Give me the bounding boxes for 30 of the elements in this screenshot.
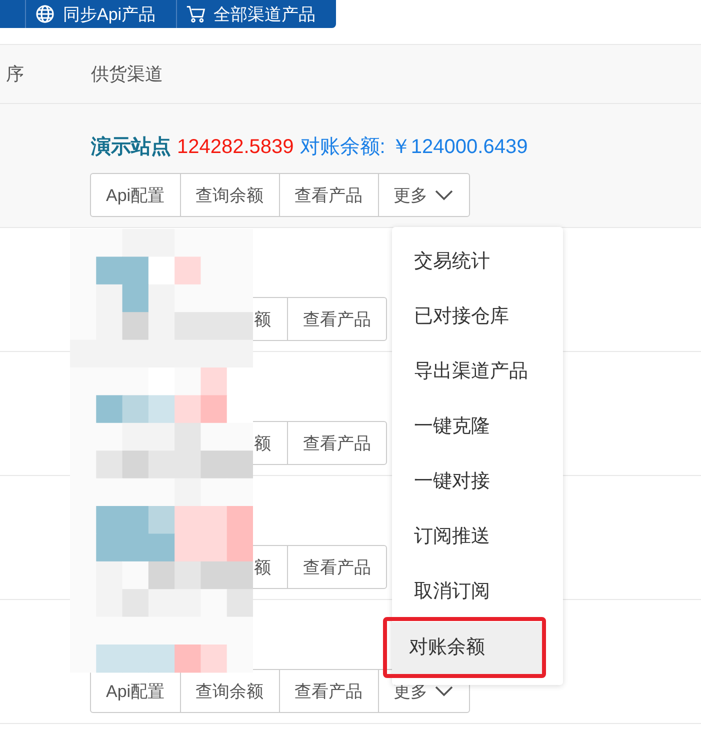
menu-item[interactable]: 对账余额 [392, 622, 542, 674]
action-button[interactable]: 查看产品 [278, 669, 379, 713]
toolbar-button[interactable]: 同步Api产品 [25, 0, 176, 28]
action-button[interactable]: 额 [253, 297, 288, 341]
menu-item[interactable]: 一键对接 [392, 457, 563, 507]
menu-item[interactable]: 取消订阅 [392, 567, 563, 617]
toolbar-button[interactable]: 全部渠道产品 [176, 0, 336, 28]
action-button[interactable]: 查看产品 [287, 545, 387, 589]
globe-icon [35, 4, 55, 24]
menu-item[interactable]: 已对接仓库 [392, 292, 563, 342]
menu-item[interactable]: 订阅推送 [392, 512, 563, 562]
action-button[interactable]: 查询余额 [180, 669, 280, 713]
menu-item[interactable]: 一键克隆 [392, 402, 563, 452]
action-button[interactable]: Api配置 [90, 173, 181, 217]
action-button[interactable]: 更多 [378, 173, 470, 217]
column-header: 序 [5, 63, 25, 86]
menu-item[interactable]: 交易统计 [392, 237, 563, 287]
reconcile-balance: 对账余额: ￥124000.6439 [300, 136, 528, 158]
toolbar-button[interactable] [0, 0, 25, 28]
menu-item[interactable]: 导出渠道产品 [392, 347, 563, 397]
action-button[interactable]: 查看产品 [278, 173, 379, 217]
action-button[interactable]: 额 [253, 545, 288, 589]
balance-value: 124282.5839 [177, 136, 294, 158]
channel-name: 演示站点 [91, 136, 171, 158]
action-button[interactable]: 查看产品 [287, 297, 387, 341]
action-button[interactable]: 查看产品 [287, 421, 387, 465]
column-header: 供货渠道 [91, 63, 163, 86]
action-button[interactable]: 额 [253, 421, 288, 465]
cart-icon [186, 4, 206, 24]
action-button[interactable]: 查询余额 [180, 173, 280, 217]
